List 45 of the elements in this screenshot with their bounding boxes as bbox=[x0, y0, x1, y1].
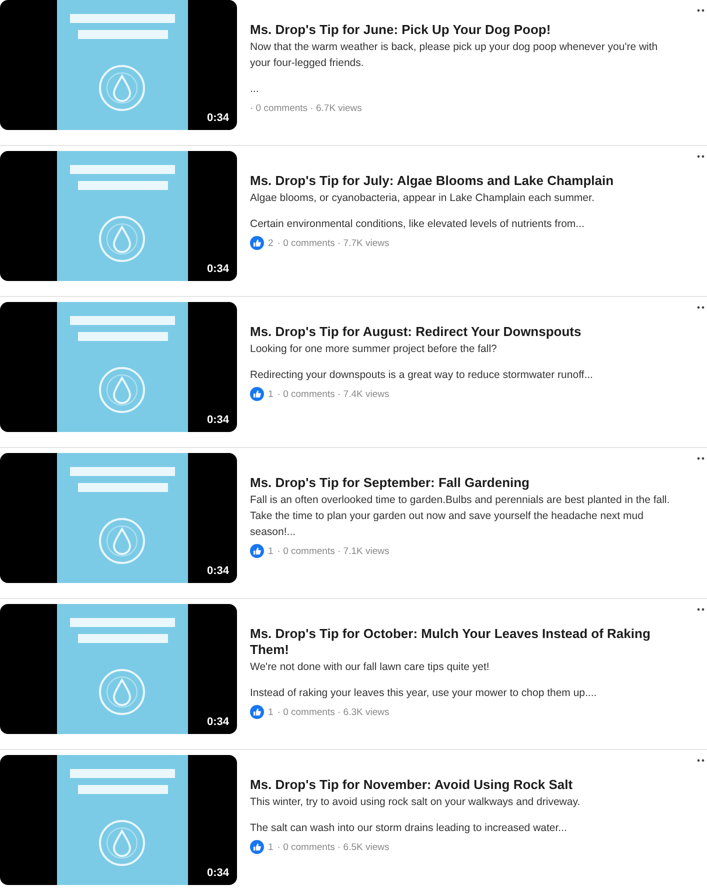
video-duration: 0:34 bbox=[206, 112, 229, 124]
more-options-icon[interactable] bbox=[697, 306, 705, 309]
video-description: Algae blooms, or cyanobacteria, appear in Lake Champlain each summer. bbox=[250, 191, 596, 206]
video-duration: 0:34 bbox=[206, 867, 229, 879]
reaction-count: 1 bbox=[268, 706, 274, 718]
video-title[interactable]: Ms. Drop's Tip for July: Algae Blooms and Lake Champlain bbox=[250, 173, 680, 189]
video-stats: · 0 comments · 7.7K views bbox=[277, 238, 390, 248]
video-duration: 0:34 bbox=[206, 263, 229, 275]
video-description: Fall is an often overlooked time to garden.Bulbs and perennials are best planted in the fall. Take the time to plan your garden out now and save yourself the headache next mud season!... bbox=[250, 493, 671, 540]
video-title[interactable]: Ms. Drop's Tip for October: Mulch Your Leaves Instead of Raking Them! bbox=[250, 626, 680, 658]
video-description: Redirecting your downspouts is a great way to reduce stormwater runoff... bbox=[250, 368, 594, 383]
video-title[interactable]: Ms. Drop's Tip for November: Avoid Using Rock Salt bbox=[250, 777, 680, 793]
like-icon bbox=[250, 840, 264, 854]
reaction-count: 1 bbox=[268, 388, 274, 400]
like-icon bbox=[250, 705, 264, 719]
more-options-icon[interactable] bbox=[697, 457, 705, 460]
video-stats: · 0 comments · 6.3K views bbox=[277, 706, 390, 718]
video-stats: · 0 comments · 6.7K views bbox=[250, 102, 362, 114]
video-description: The salt can wash into our storm drains leading to increased water... bbox=[250, 821, 568, 836]
reaction-count: 1 bbox=[268, 842, 274, 852]
video-duration: 0:34 bbox=[206, 414, 229, 426]
video-description: Now that the warm weather is back, please pick up your dog poop whenever you're with your four-legged friends. bbox=[250, 40, 659, 71]
video-description: ... bbox=[250, 82, 260, 97]
video-duration: 0:34 bbox=[206, 716, 229, 728]
video-title[interactable]: Ms. Drop's Tip for June: Pick Up Your Dog Poop! bbox=[250, 22, 680, 38]
video-title[interactable]: Ms. Drop's Tip for September: Fall Gardening bbox=[250, 475, 680, 491]
more-options-icon[interactable] bbox=[697, 608, 705, 611]
video-duration: 0:34 bbox=[206, 565, 229, 577]
video-stats: · 0 comments · 6.5K views bbox=[277, 842, 390, 852]
video-title[interactable]: Ms. Drop's Tip for August: Redirect Your Downspouts bbox=[250, 324, 680, 340]
more-options-icon[interactable] bbox=[697, 759, 705, 762]
like-icon bbox=[250, 544, 264, 558]
video-description: This winter, try to avoid using rock salt on your walkways and driveway. bbox=[250, 795, 582, 810]
video-description: Certain environmental conditions, like elevated levels of nutrients from... bbox=[250, 217, 586, 232]
more-options-icon[interactable] bbox=[697, 155, 705, 158]
video-description: Instead of raking your leaves this year, use your mower to chop them up.... bbox=[250, 686, 598, 701]
video-description: Looking for one more summer project before the fall? bbox=[250, 342, 498, 357]
video-stats: · 0 comments · 7.4K views bbox=[277, 388, 390, 400]
reaction-count: 2 bbox=[268, 238, 274, 248]
more-options-icon[interactable] bbox=[697, 9, 705, 12]
video-description: We're not done with our fall lawn care tips quite yet! bbox=[250, 660, 490, 675]
like-icon bbox=[250, 387, 264, 401]
reaction-count: 1 bbox=[268, 546, 274, 556]
like-icon bbox=[250, 236, 264, 250]
video-stats: · 0 comments · 7.1K views bbox=[277, 546, 390, 556]
